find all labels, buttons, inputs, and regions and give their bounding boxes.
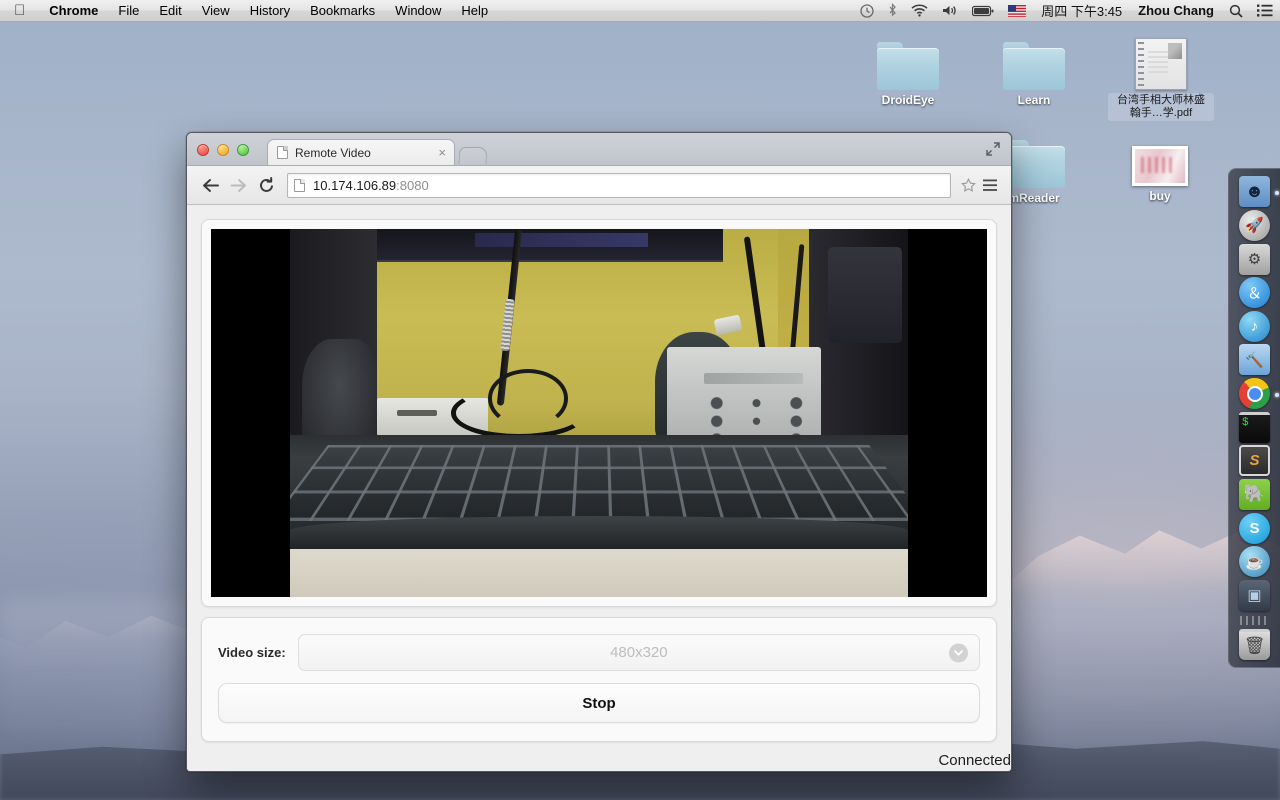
menubar-user[interactable]: Zhou Chang — [1130, 3, 1222, 18]
dock-item-finder[interactable]: ☻ — [1238, 176, 1279, 208]
sublime-text-icon: S — [1239, 445, 1270, 477]
menu-file[interactable]: File — [108, 0, 149, 22]
launchpad-icon: 🚀 — [1239, 209, 1270, 241]
palmistry-pdf-file[interactable]: 台湾手相大师林盛翰手…学.pdf — [1108, 32, 1214, 121]
chrome-icon — [1239, 378, 1270, 410]
dock-item-system-preferences[interactable]: ⚙ — [1238, 243, 1272, 275]
dock: ☻ 🚀 ⚙ ＆ ♪ 🔨 $ S 🐘 S ☕ ▣ 🗑 — [1228, 168, 1280, 668]
folder-icon — [856, 32, 960, 90]
video-letterbox-left — [211, 229, 290, 597]
finder-icon: ☻ — [1239, 176, 1270, 208]
page-info-icon — [294, 178, 305, 192]
chevron-down-icon[interactable] — [949, 643, 968, 662]
search-icon[interactable] — [1222, 0, 1250, 22]
minimize-window-button[interactable] — [217, 144, 229, 156]
browser-tab-remote-video[interactable]: Remote Video × — [267, 139, 455, 165]
desktop-icon-label: 台湾手相大师林盛翰手…学.pdf — [1108, 93, 1214, 121]
video-card — [201, 219, 997, 607]
video-size-label: Video size: — [218, 645, 286, 660]
browser-tab-strip: Remote Video × — [187, 133, 1011, 166]
dock-item-trash[interactable]: 🗑 — [1238, 628, 1272, 660]
tab-title: Remote Video — [295, 145, 371, 160]
dock-item-launchpad[interactable]: 🚀 — [1238, 209, 1272, 242]
time-machine-icon[interactable] — [853, 0, 881, 22]
window-traffic-lights — [197, 144, 249, 156]
fullscreen-arrows-icon[interactable] — [983, 139, 1003, 159]
system-preferences-icon: ⚙ — [1239, 243, 1270, 275]
macos-menu-bar:  Chrome File Edit View History Bookmark… — [0, 0, 1280, 22]
xcode-icon: 🔨 — [1239, 344, 1270, 376]
menu-edit[interactable]: Edit — [149, 0, 191, 22]
bookmark-star-icon[interactable] — [957, 177, 979, 193]
page-favicon-icon — [277, 146, 288, 159]
volume-icon[interactable] — [935, 0, 965, 22]
dock-item-xcode[interactable]: 🔨 — [1238, 344, 1272, 376]
menu-view[interactable]: View — [192, 0, 240, 22]
dock-item-terminal[interactable]: $ — [1238, 411, 1272, 443]
zoom-window-button[interactable] — [237, 144, 249, 156]
video-size-value: 480x320 — [610, 644, 668, 661]
video-controls-card: Video size: 480x320 Stop — [201, 617, 997, 742]
menu-chrome[interactable]: Chrome — [39, 0, 108, 22]
reload-button[interactable] — [253, 172, 279, 198]
skype-icon: S — [1239, 512, 1270, 544]
itunes-icon: ♪ — [1239, 310, 1270, 342]
web-page-content: Video size: 480x320 Stop Connected — [187, 205, 1011, 771]
close-tab-icon[interactable]: × — [436, 146, 448, 159]
buy-image-file[interactable]: buy — [1108, 128, 1212, 205]
dock-item-app-store[interactable]: ＆ — [1238, 277, 1272, 309]
virtualbox-icon: ▣ — [1239, 579, 1270, 611]
desktop-icon-label: Learn — [1017, 93, 1051, 107]
cyberduck-icon: ☕ — [1239, 546, 1270, 578]
apple-logo-icon[interactable]:  — [14, 3, 25, 18]
dock-item-skype[interactable]: S — [1238, 512, 1272, 544]
browser-toolbar: 10.174.106.89:8080 — [187, 166, 1011, 205]
video-scene-image — [290, 229, 908, 597]
evernote-icon: 🐘 — [1239, 478, 1270, 510]
forward-button[interactable] — [225, 172, 251, 198]
trash-icon: 🗑 — [1239, 628, 1270, 660]
video-letterbox-right — [908, 229, 987, 597]
address-bar[interactable]: 10.174.106.89:8080 — [287, 172, 951, 198]
connection-status-text: Connected — [938, 752, 1011, 769]
stop-button[interactable]: Stop — [218, 683, 980, 723]
droideye-folder[interactable]: DroidEye — [856, 32, 960, 109]
new-tab-button[interactable] — [458, 147, 488, 164]
pdf-document-icon — [1108, 32, 1214, 90]
dock-item-evernote[interactable]: 🐘 — [1238, 478, 1272, 511]
video-size-row: Video size: 480x320 — [218, 634, 980, 671]
back-button[interactable] — [197, 172, 223, 198]
terminal-icon: $ — [1239, 411, 1270, 443]
menubar-datetime[interactable]: 周四 下午3:45 — [1033, 1, 1130, 20]
remote-video-stream[interactable] — [211, 229, 987, 597]
folder-icon — [982, 32, 1086, 90]
dock-item-sublime-text[interactable]: S — [1238, 445, 1272, 477]
video-size-select[interactable]: 480x320 — [297, 634, 980, 671]
battery-icon[interactable] — [965, 0, 1001, 22]
dock-item-cyberduck[interactable]: ☕ — [1238, 546, 1272, 578]
chrome-menu-icon[interactable] — [979, 179, 1001, 192]
desktop-icon-label: buy — [1149, 189, 1171, 203]
notification-center-icon[interactable] — [1250, 0, 1280, 22]
url-port: :8080 — [396, 177, 429, 193]
dock-item-chrome[interactable] — [1238, 378, 1279, 410]
menu-help[interactable]: Help — [451, 0, 498, 22]
dock-item-itunes[interactable]: ♪ — [1238, 310, 1272, 343]
desktop-icon-label: mReader — [1008, 191, 1060, 205]
menu-history[interactable]: History — [240, 0, 300, 22]
url-host: 10.174.106.89 — [313, 177, 397, 193]
wifi-icon[interactable] — [904, 0, 935, 22]
menu-bookmarks[interactable]: Bookmarks — [300, 0, 385, 22]
chrome-browser-window: Remote Video × 10.174.106.89:8080 Video… — [186, 132, 1012, 772]
menu-window[interactable]: Window — [385, 0, 451, 22]
close-window-button[interactable] — [197, 144, 209, 156]
dock-separator — [1239, 616, 1270, 626]
dock-item-virtualbox[interactable]: ▣ — [1238, 579, 1272, 612]
input-source-flag-icon[interactable] — [1001, 0, 1033, 22]
learn-folder[interactable]: Learn — [982, 32, 1086, 109]
image-thumbnail-icon — [1108, 128, 1212, 186]
desktop-icon-label: DroidEye — [881, 93, 935, 107]
bluetooth-icon[interactable] — [881, 0, 904, 22]
app-store-icon: ＆ — [1239, 277, 1270, 309]
